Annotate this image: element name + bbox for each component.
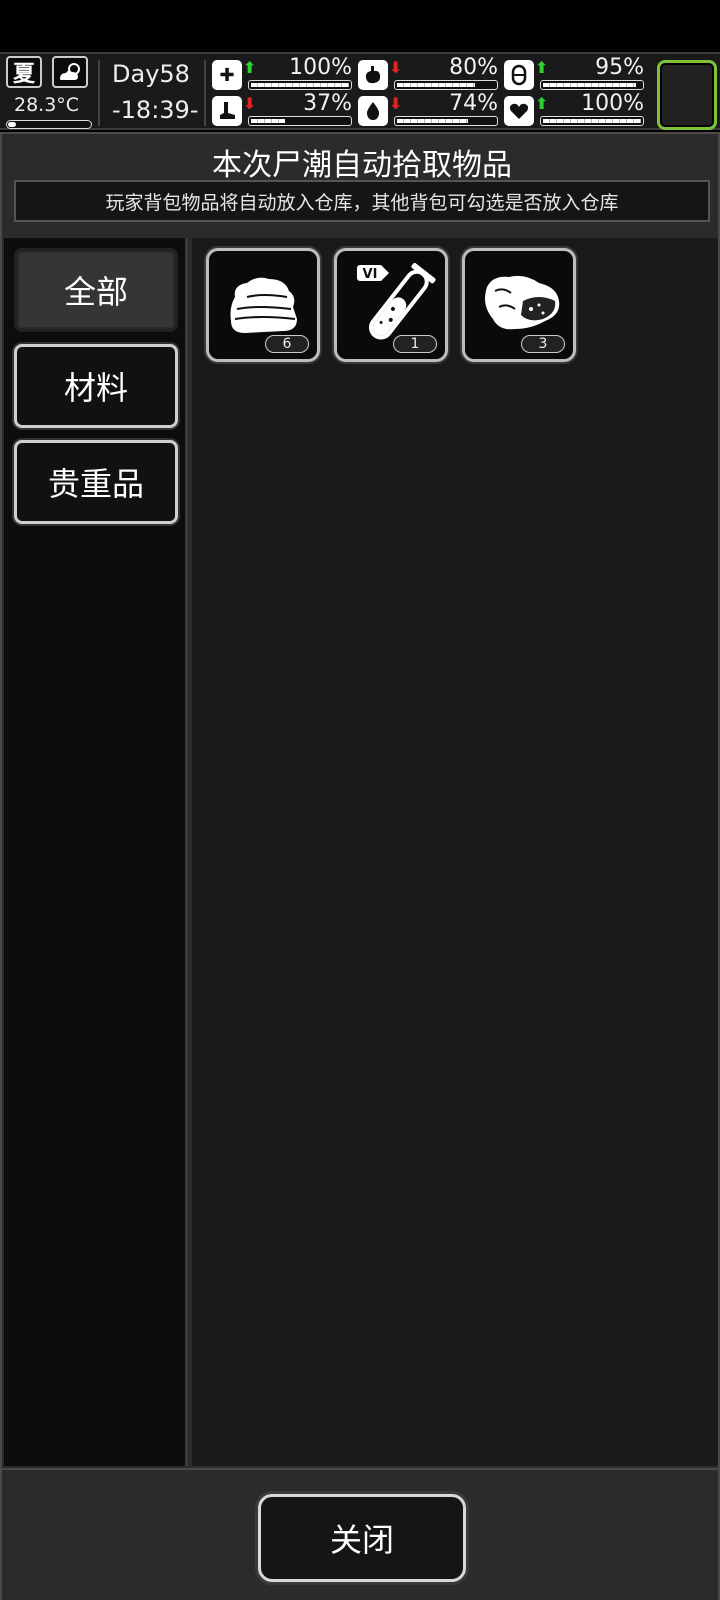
stat-stamina: ⬇ 37% (212, 91, 352, 130)
temperature-readout: 28.3°C (14, 94, 80, 116)
panel-subtitle: 玩家背包物品将自动放入仓库，其他背包可勾选是否放入仓库 (14, 180, 710, 222)
item-tag-label: VI (363, 267, 378, 282)
stat-hunger-value: 80% (449, 55, 498, 80)
stat-hunger: ⬇ 80% (358, 55, 498, 94)
item-grid: 6 VI 1 3 (192, 238, 718, 1466)
quick-slot[interactable] (657, 60, 717, 130)
stat-health: ✚ ⬆ 100% (212, 55, 352, 94)
tab-all-label: 全部 (63, 273, 128, 311)
divider (204, 60, 206, 126)
temperature-bar (6, 120, 92, 129)
divider (98, 60, 100, 126)
status-bar: 夏 28.3°C Day58 -18:39- ✚ ⬆ 100% ⬇ 37% ⬇ … (0, 52, 720, 130)
tab-materials-label: 材料 (63, 369, 128, 407)
pill-icon (504, 60, 534, 90)
trend-up-icon: ⬆ (535, 58, 549, 77)
stat-thirst-bar (394, 116, 498, 126)
medkit-icon: ✚ (212, 60, 242, 90)
close-button-label: 关闭 (329, 1521, 394, 1559)
bottom-bar: 关闭 (2, 1468, 718, 1600)
leg-icon (212, 96, 242, 126)
category-sidebar: 全部 材料 贵重品 (4, 238, 188, 1466)
stat-mood: ⬆ 100% (504, 91, 644, 130)
weather-icon (52, 56, 88, 88)
stat-medicine-value: 95% (595, 55, 644, 80)
stat-mood-bar (540, 116, 644, 126)
tab-all[interactable]: 全部 (14, 248, 178, 332)
stat-thirst-value: 74% (449, 91, 498, 116)
trend-up-icon: ⬆ (535, 94, 549, 113)
item-count: 6 (265, 335, 309, 353)
close-button[interactable]: 关闭 (258, 1494, 466, 1582)
trend-down-icon: ⬇ (389, 58, 403, 77)
game-clock: -18:39- (112, 96, 199, 124)
heart-icon (504, 96, 534, 126)
item-slot-cloth[interactable]: 6 (206, 248, 320, 362)
stat-medicine: ⬆ 95% (504, 55, 644, 94)
trend-down-icon: ⬇ (243, 94, 257, 113)
stat-stamina-value: 37% (303, 91, 352, 116)
stat-hunger-bar (394, 80, 498, 90)
season-label: 夏 (12, 62, 35, 87)
water-drop-icon (358, 96, 388, 126)
stat-health-value: 100% (289, 55, 352, 80)
stat-health-bar (248, 80, 352, 90)
panel-subtitle-text: 玩家背包物品将自动放入仓库，其他背包可勾选是否放入仓库 (105, 191, 619, 214)
item-count: 1 (393, 335, 437, 353)
tab-valuables[interactable]: 贵重品 (14, 440, 178, 524)
trend-up-icon: ⬆ (243, 58, 257, 77)
tab-valuables-label: 贵重品 (47, 465, 144, 503)
page-title: 本次尸潮自动拾取物品 (212, 148, 512, 183)
trend-down-icon: ⬇ (389, 94, 403, 113)
season-badge: 夏 (6, 56, 42, 88)
stat-medicine-bar (540, 80, 644, 90)
day-counter: Day58 (112, 60, 190, 88)
item-count: 3 (521, 335, 565, 353)
stat-thirst: ⬇ 74% (358, 91, 498, 130)
item-slot-test-tube[interactable]: VI 1 (334, 248, 448, 362)
auto-pickup-panel: 本次尸潮自动拾取物品 玩家背包物品将自动放入仓库，其他背包可勾选是否放入仓库 全… (0, 132, 720, 1600)
stat-stamina-bar (248, 116, 352, 126)
stat-mood-value: 100% (581, 91, 644, 116)
item-slot-raw-meat[interactable]: 3 (462, 248, 576, 362)
tab-materials[interactable]: 材料 (14, 344, 178, 428)
stomach-icon (358, 60, 388, 90)
